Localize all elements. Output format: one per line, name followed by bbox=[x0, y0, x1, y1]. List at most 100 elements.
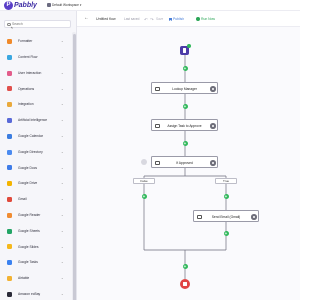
node-settings-icon[interactable] bbox=[251, 214, 257, 220]
collapse-branch-icon[interactable] bbox=[141, 159, 147, 165]
add-step-button[interactable]: + bbox=[141, 194, 147, 199]
play-icon bbox=[196, 17, 200, 21]
chevron-down-icon[interactable]: ⌄ bbox=[61, 55, 64, 59]
sidebar-item-label: Google Slides bbox=[18, 244, 39, 249]
chevron-down-icon[interactable]: ⌄ bbox=[61, 71, 64, 75]
chevron-down-icon[interactable]: ⌄ bbox=[61, 276, 64, 280]
sidebar-item-label: Google Drive bbox=[18, 181, 38, 186]
add-step-button[interactable]: + bbox=[182, 264, 188, 269]
chevron-down-icon[interactable]: ⌄ bbox=[61, 39, 64, 43]
save-button[interactable]: Save bbox=[156, 17, 163, 21]
sidebar-item[interactable]: Operations ⌄ bbox=[0, 81, 72, 97]
run-now-button[interactable]: Run Now bbox=[196, 17, 215, 21]
node-settings-icon[interactable] bbox=[210, 160, 216, 166]
add-step-button[interactable]: + bbox=[223, 194, 229, 199]
search-box[interactable] bbox=[4, 20, 71, 28]
publish-label: Publish bbox=[173, 17, 185, 21]
workspace-switcher[interactable]: Default Workspace▾ bbox=[47, 3, 81, 8]
sidebar-item[interactable]: Google Docs ⌄ bbox=[0, 160, 72, 176]
chevron-down-icon[interactable]: ⌄ bbox=[61, 213, 64, 217]
add-step-button[interactable]: + bbox=[182, 66, 188, 71]
chevron-down-icon[interactable]: ⌄ bbox=[61, 292, 64, 296]
amazon-icon bbox=[7, 291, 12, 297]
sidebar-item[interactable]: User Interaction ⌄ bbox=[0, 66, 72, 82]
logo-text: Pabbly bbox=[14, 2, 37, 9]
sidebar-item[interactable]: Google Reader ⌄ bbox=[0, 208, 72, 224]
node-settings-icon[interactable] bbox=[210, 86, 216, 92]
step-label: Send Email (Gmail) bbox=[211, 215, 241, 219]
sidebar-item-label: Google Reader bbox=[18, 213, 41, 218]
save-status: Last saved bbox=[124, 17, 140, 21]
add-step-button[interactable]: + bbox=[182, 103, 188, 109]
step-node-send-email[interactable]: Send Email (Gmail) bbox=[193, 210, 259, 222]
chevron-down-icon: ▾ bbox=[79, 3, 82, 7]
sidebar-item[interactable]: Airtable ⌄ bbox=[0, 271, 72, 287]
sidebar-item-label: Google Docs bbox=[18, 165, 38, 170]
sidebar-item-label: Google Directory bbox=[18, 149, 43, 154]
stop-node[interactable] bbox=[180, 279, 190, 289]
sidebar-item-label: User Interaction bbox=[18, 70, 42, 75]
app-logo[interactable]: P Pabbly bbox=[4, 1, 38, 10]
sidebar-item[interactable]: Google Calendar ⌄ bbox=[0, 129, 72, 145]
sidebar-item[interactable]: Formatter ⌄ bbox=[0, 34, 72, 50]
run-now-label: Run Now bbox=[201, 17, 215, 21]
user-icon bbox=[7, 70, 12, 76]
chevron-down-icon[interactable]: ⌄ bbox=[61, 150, 64, 154]
sidebar-item[interactable]: Gmail ⌄ bbox=[0, 192, 72, 208]
chevron-down-icon[interactable]: ⌄ bbox=[61, 229, 64, 233]
sidebar-item-label: Operations bbox=[18, 86, 35, 91]
sidebar-item[interactable]: Artificial Intelligence ⌄ bbox=[0, 113, 72, 129]
sidebar-item[interactable]: Google Sheets ⌄ bbox=[0, 224, 72, 240]
chevron-down-icon[interactable]: ⌄ bbox=[61, 166, 64, 170]
search-icon bbox=[7, 22, 11, 26]
chevron-down-icon[interactable]: ⌄ bbox=[61, 245, 64, 249]
sidebar-item[interactable]: Amazon ecBay ⌄ bbox=[0, 287, 72, 300]
google-reader-icon bbox=[7, 212, 12, 218]
chevron-down-icon[interactable]: ⌄ bbox=[61, 197, 64, 201]
chevron-down-icon[interactable]: ⌄ bbox=[61, 87, 64, 91]
add-step-button[interactable]: + bbox=[182, 141, 188, 146]
google-calendar-icon bbox=[7, 133, 12, 139]
add-step-button[interactable]: + bbox=[223, 231, 229, 236]
back-arrow-icon[interactable]: ← bbox=[84, 16, 89, 21]
scrollbar-thumb[interactable] bbox=[72, 34, 76, 300]
sidebar-item[interactable]: Google Tasks ⌄ bbox=[0, 255, 72, 271]
step-node-assign[interactable]: Assign Task to Approve bbox=[151, 119, 218, 131]
chevron-down-icon[interactable]: ⌄ bbox=[61, 260, 64, 264]
sidebar-item[interactable]: Content Flow ⌄ bbox=[0, 50, 72, 66]
redo-icon[interactable]: ↷ bbox=[150, 17, 154, 22]
sidebar-item-label: Formatter bbox=[18, 39, 33, 44]
chevron-down-icon[interactable]: ⌄ bbox=[61, 118, 64, 122]
integration-icon bbox=[7, 102, 12, 108]
gmail-icon bbox=[7, 196, 12, 202]
google-sheets-icon bbox=[7, 228, 12, 234]
flow-icon bbox=[7, 54, 12, 60]
undo-icon[interactable]: ↶ bbox=[144, 17, 148, 22]
top-bar: P Pabbly Default Workspace▾ bbox=[0, 0, 300, 11]
node-settings-icon[interactable] bbox=[210, 123, 216, 129]
sidebar-item-label: Integration bbox=[18, 102, 34, 107]
google-docs-icon bbox=[7, 165, 12, 171]
workspace-name: Default Workspace bbox=[52, 3, 79, 7]
flow-title[interactable]: Untitled flow bbox=[96, 17, 116, 21]
formatter-icon bbox=[7, 39, 12, 44]
step-node-condition[interactable]: If Approved bbox=[151, 156, 218, 168]
chevron-down-icon[interactable]: ⌄ bbox=[61, 134, 64, 138]
publish-button[interactable]: Publish bbox=[169, 17, 184, 21]
chevron-down-icon[interactable]: ⌄ bbox=[61, 181, 64, 185]
sidebar-item-label: Content Flow bbox=[18, 55, 38, 60]
operations-icon bbox=[7, 86, 12, 92]
sidebar-scrollbar[interactable] bbox=[72, 32, 76, 300]
sidebar-item-label: Gmail bbox=[18, 197, 27, 202]
chevron-down-icon[interactable]: ⌄ bbox=[61, 102, 64, 106]
workspace-icon bbox=[47, 3, 51, 7]
sidebar-item[interactable]: Google Slides ⌄ bbox=[0, 239, 72, 255]
step-node-lookup[interactable]: Lookup Manager bbox=[151, 82, 218, 94]
sidebar-item[interactable]: Google Drive ⌄ bbox=[0, 176, 72, 192]
sidebar-item[interactable]: Google Directory ⌄ bbox=[0, 145, 72, 161]
sidebar-item[interactable]: Integration ⌄ bbox=[0, 97, 72, 113]
sidebar: Formatter ⌄ Content Flow ⌄ User Interaction ⌄… bbox=[0, 11, 77, 300]
search-input[interactable] bbox=[12, 21, 70, 27]
sidebar-list: Formatter ⌄ Content Flow ⌄ User Interaction ⌄… bbox=[0, 34, 72, 300]
canvas-header: ← Untitled flow Last saved ↶ ↷ Save Publ… bbox=[77, 11, 300, 27]
